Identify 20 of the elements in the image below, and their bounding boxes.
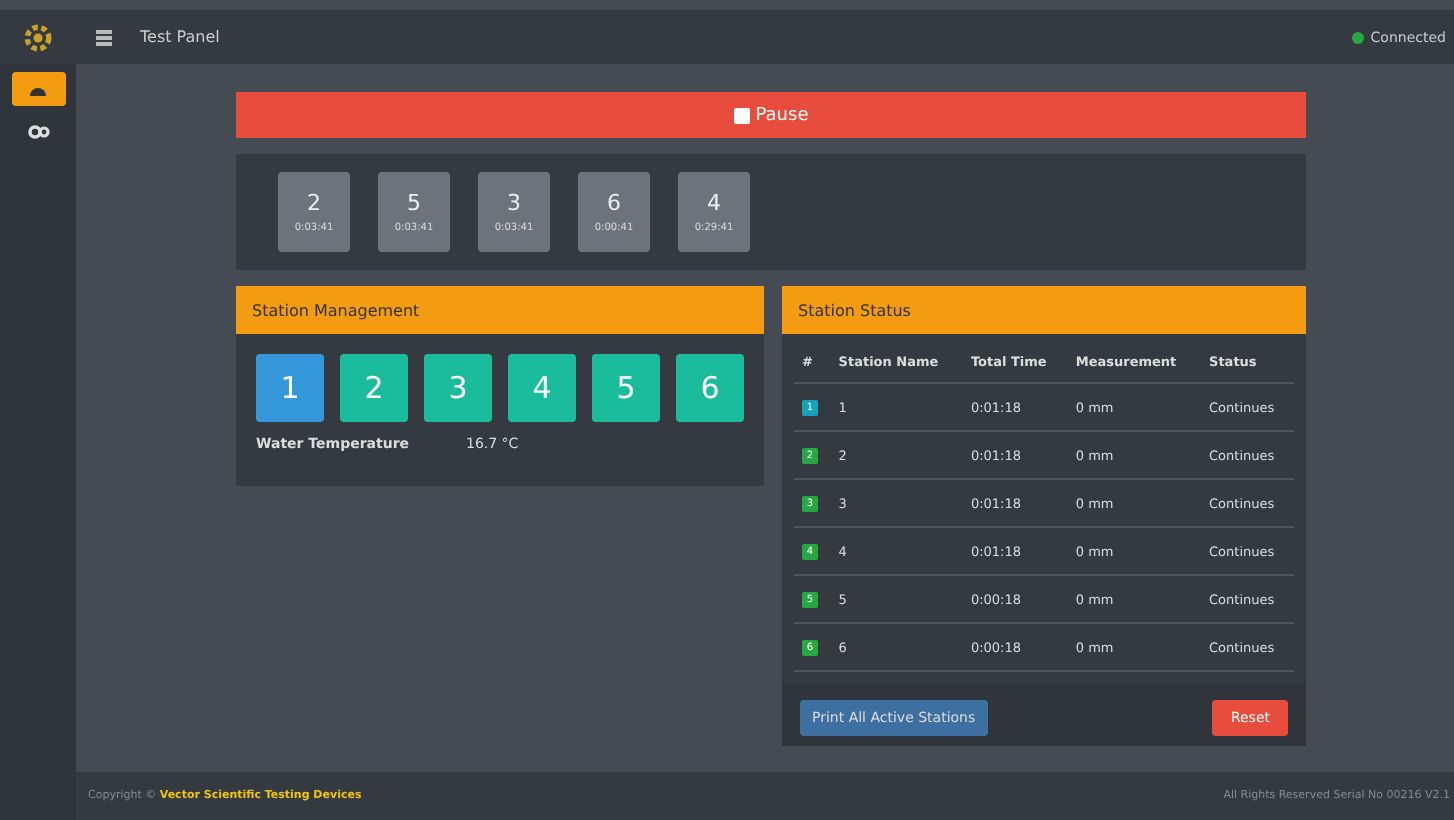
timer-number: 6 — [607, 190, 621, 216]
card-header: Station Management — [236, 286, 764, 334]
station-button[interactable]: 1 — [256, 354, 324, 422]
station-button[interactable]: 6 — [676, 354, 744, 422]
station-button[interactable]: 2 — [340, 354, 408, 422]
menu-icon[interactable] — [96, 29, 112, 45]
pause-checkbox[interactable] — [733, 107, 750, 123]
timer-number: 3 — [507, 190, 521, 216]
station-button[interactable]: 5 — [592, 354, 660, 422]
timer-number: 4 — [707, 190, 721, 216]
gear-logo-icon — [20, 19, 56, 55]
pause-button[interactable]: Pause — [236, 92, 1306, 138]
card-header: Station Status — [782, 286, 1306, 334]
station-button[interactable]: 4 — [508, 354, 576, 422]
timer-number: 5 — [407, 190, 421, 216]
panel-title: Test Panel — [140, 28, 220, 46]
station-button[interactable]: 3 — [424, 354, 492, 422]
gears-icon — [27, 123, 49, 139]
dashboard-button[interactable] — [11, 72, 65, 106]
timer-number: 2 — [307, 190, 321, 216]
